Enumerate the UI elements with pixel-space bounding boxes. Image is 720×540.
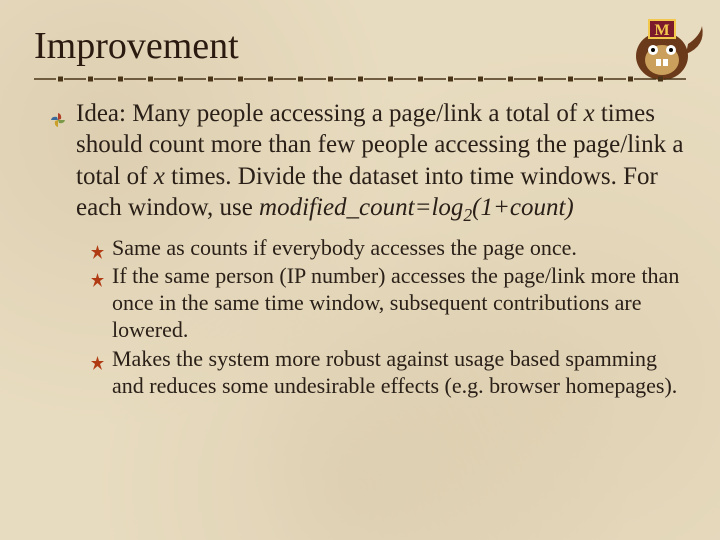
- pinwheel-icon: [50, 105, 66, 121]
- slide-body: Idea: Many people accessing a page/link …: [34, 98, 686, 400]
- starburst-icon: [90, 268, 105, 283]
- sub-bullet-list: Same as counts if everybody accesses the…: [56, 235, 686, 400]
- sub-bullet: Makes the system more robust against usa…: [94, 346, 686, 400]
- main-text-pre: Idea: Many people accessing a page/link …: [76, 100, 583, 127]
- sub-bullet-text: Same as counts if everybody accesses the…: [112, 235, 577, 260]
- slide: M Improvement: [0, 0, 720, 540]
- main-x2: x: [154, 163, 165, 190]
- main-x1: x: [583, 100, 594, 127]
- starburst-icon: [90, 351, 105, 366]
- main-bullet: Idea: Many people accessing a page/link …: [56, 98, 686, 227]
- sub-bullet: If the same person (IP number) accesses …: [94, 263, 686, 343]
- sub-bullet: Same as counts if everybody accesses the…: [94, 235, 686, 262]
- formula-sub: 2: [463, 205, 472, 225]
- formula: modified_count=log2(1+count): [259, 194, 574, 221]
- divider: [34, 74, 686, 84]
- starburst-icon: [90, 240, 105, 255]
- slide-title: Improvement: [34, 24, 686, 68]
- formula-left: modified_count=log: [259, 194, 463, 221]
- sub-bullet-text: Makes the system more robust against usa…: [112, 346, 677, 398]
- svg-text:M: M: [654, 22, 669, 39]
- sub-bullet-text: If the same person (IP number) accesses …: [112, 263, 679, 342]
- formula-right: (1+count): [472, 194, 574, 221]
